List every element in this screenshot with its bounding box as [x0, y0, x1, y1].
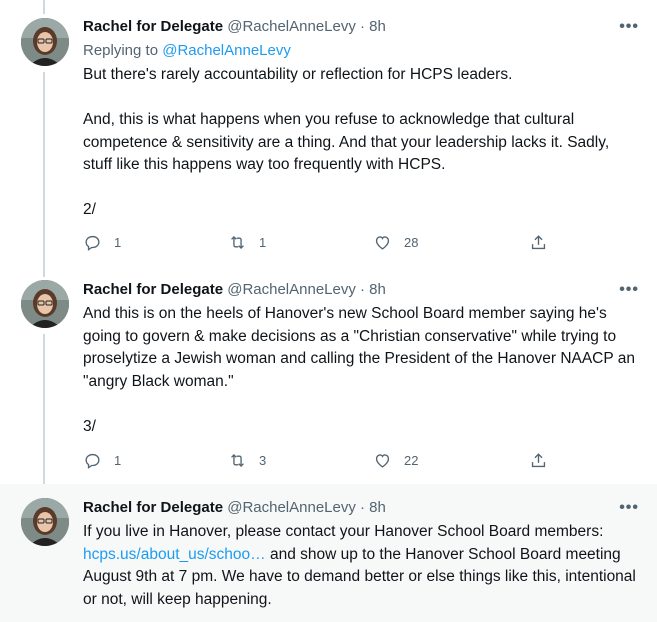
reply-button[interactable]: 1 [83, 233, 121, 252]
reply-count: 1 [114, 235, 122, 250]
tweet-text: 2/ [83, 201, 96, 218]
like-count: 22 [404, 453, 419, 468]
tweet-text: And, this is what happens when you refus… [83, 111, 610, 173]
retweet-button[interactable]: 1 [228, 233, 266, 252]
tweet-actions: 1 1 28 [83, 233, 553, 253]
avatar[interactable] [21, 280, 69, 328]
reply-button[interactable]: 1 [83, 451, 121, 470]
replying-to: Replying to @RachelAnneLevy [83, 41, 291, 61]
avatar[interactable] [21, 18, 69, 66]
tweet-header: Rachel for Delegate @RachelAnneLevy · 8h [83, 280, 386, 300]
tweet-text: If you live in Hanover, please contact y… [83, 521, 643, 611]
author-name[interactable]: Rachel for Delegate [83, 18, 223, 35]
author-name[interactable]: Rachel for Delegate [83, 281, 223, 298]
handle-time[interactable]: @RachelAnneLevy · 8h [227, 499, 386, 516]
author-name[interactable]: Rachel for Delegate [83, 499, 223, 516]
reply-icon [85, 453, 100, 469]
retweet-count: 1 [259, 235, 267, 250]
avatar-photo [21, 498, 69, 546]
tweet-text: 3/ [83, 417, 96, 435]
handle-time[interactable]: @RachelAnneLevy · 8h [227, 281, 386, 298]
tweet-body: And this is on the heels of Hanover's ne… [83, 303, 643, 438]
tweet-actions: 1 3 22 [83, 451, 553, 471]
like-count: 28 [404, 235, 419, 250]
tweet-header: Rachel for Delegate @RachelAnneLevy · 8h [83, 17, 386, 37]
tweet-text: And this is on the heels of Hanover's ne… [83, 305, 635, 390]
reply-icon [85, 235, 100, 251]
more-options-icon[interactable]: ••• [619, 280, 639, 300]
heart-icon [375, 236, 390, 250]
tweet-link[interactable]: hcps.us/about_us/schoo… [83, 546, 266, 563]
like-button[interactable]: 22 [373, 451, 418, 470]
tweet-body: But there's rarely accountability or ref… [83, 64, 643, 222]
handle-time[interactable]: @RachelAnneLevy · 8h [227, 18, 386, 35]
more-options-icon[interactable]: ••• [619, 17, 639, 37]
tweet-3[interactable]: Rachel for Delegate @RachelAnneLevy · 8h… [0, 266, 657, 484]
avatar-photo [21, 18, 69, 66]
retweet-count: 3 [259, 453, 267, 468]
tweet-text: But there's rarely accountability or ref… [83, 66, 513, 83]
reply-prefix: Replying to [83, 42, 163, 59]
tweet-4[interactable]: Rachel for Delegate @RachelAnneLevy · 8h… [0, 484, 657, 622]
tweet-header: Rachel for Delegate @RachelAnneLevy · 8h [83, 498, 386, 518]
like-button[interactable]: 28 [373, 233, 418, 252]
share-button[interactable] [529, 233, 548, 252]
share-icon [531, 235, 546, 250]
tweet-2[interactable]: Rachel for Delegate @RachelAnneLevy · 8h… [0, 0, 657, 266]
avatar[interactable] [21, 498, 69, 546]
heart-icon [375, 454, 390, 468]
avatar-photo [21, 280, 69, 328]
retweet-button[interactable]: 3 [228, 451, 266, 470]
share-button[interactable] [529, 451, 548, 470]
retweet-icon [231, 236, 244, 249]
more-options-icon[interactable]: ••• [619, 498, 639, 518]
tweet-text-part: If you live in Hanover, please contact y… [83, 523, 604, 540]
reply-count: 1 [114, 453, 122, 468]
tweet-body: If you live in Hanover, please contact y… [83, 521, 643, 611]
reply-mention-link[interactable]: @RachelAnneLevy [162, 42, 291, 59]
share-icon [531, 453, 546, 468]
retweet-icon [231, 454, 244, 467]
